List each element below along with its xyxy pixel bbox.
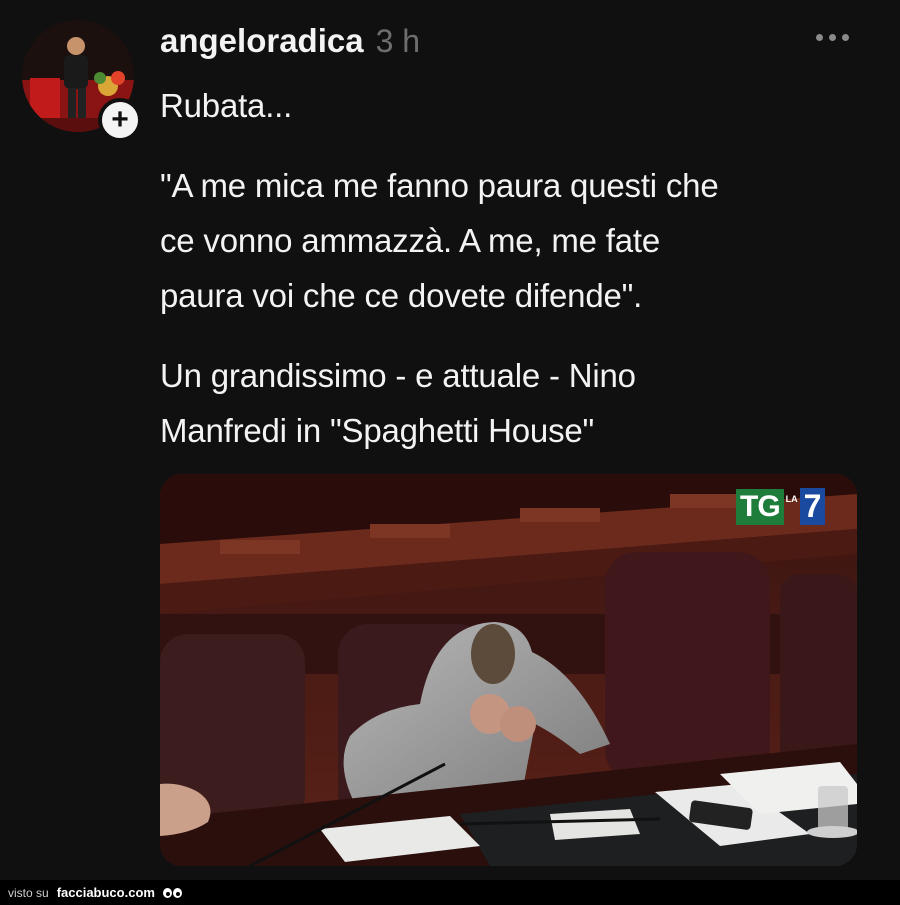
watermark-footer: visto su facciabuco.com xyxy=(0,880,900,905)
quote-line: paura voi che ce dovete difende". xyxy=(160,277,643,314)
timestamp: 3 h xyxy=(375,23,421,59)
tg-la7-logo: TG LA 7 xyxy=(736,488,826,525)
post-text-line-1: Rubata... xyxy=(160,87,293,124)
quote-line: ce vonno ammazzà. A me, me fate xyxy=(160,222,661,259)
tg-logo-la: LA xyxy=(785,494,798,504)
follow-plus-button[interactable]: + xyxy=(98,98,142,142)
post-media-image[interactable] xyxy=(160,474,857,866)
post-card: + angeloradica 3 h Rubata... "A me mica … xyxy=(0,0,900,880)
quote-line: "A me mica me fanno paura questi che xyxy=(160,167,719,204)
parliament-scene-image xyxy=(160,474,857,866)
description-line: Un grandissimo - e attuale - Nino xyxy=(160,357,636,394)
tg-logo-seven: 7 xyxy=(799,488,826,525)
plus-icon: + xyxy=(111,103,129,136)
post-header: angeloradica 3 h xyxy=(160,22,420,60)
description-line: Manfredi in "Spaghetti House" xyxy=(160,412,595,449)
more-horizontal-icon[interactable] xyxy=(816,34,849,41)
tg-logo-text: TG xyxy=(736,488,784,525)
post-description: Un grandissimo - e attuale - Nino Manfre… xyxy=(160,348,860,458)
username[interactable]: angeloradica xyxy=(160,22,364,60)
footer-site-name: facciabuco.com xyxy=(56,885,155,900)
footer-prefix: visto su xyxy=(8,885,49,900)
post-quote: "A me mica me fanno paura questi che ce … xyxy=(160,158,860,323)
eyes-logo-icon xyxy=(162,887,182,898)
